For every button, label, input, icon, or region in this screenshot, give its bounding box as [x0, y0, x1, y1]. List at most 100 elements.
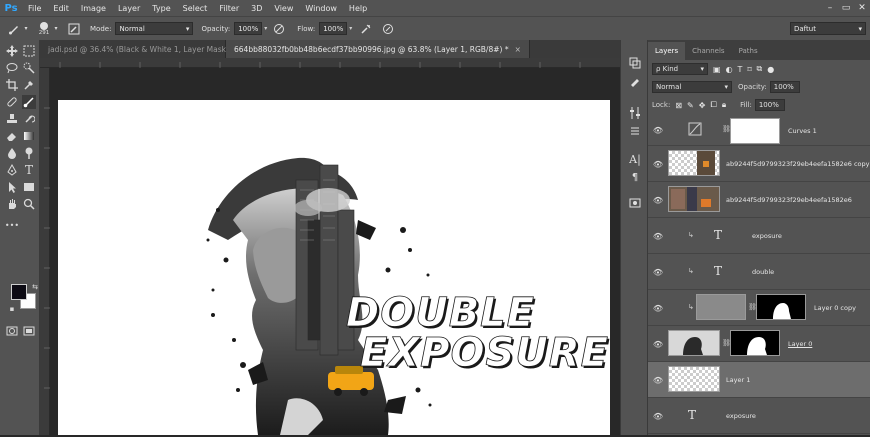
brush-settings-icon[interactable] — [627, 124, 643, 138]
minimize-button[interactable]: – — [822, 0, 838, 16]
layer-thumbnail[interactable] — [668, 186, 720, 212]
rectangle-tool-icon[interactable] — [22, 180, 36, 194]
menu-layer[interactable]: Layer — [112, 4, 146, 13]
gradient-tool-icon[interactable] — [22, 129, 36, 143]
airbrush-icon[interactable] — [358, 21, 374, 37]
kind-filter-select[interactable]: ρ Kind ▾ — [652, 63, 708, 75]
layer-row[interactable]: 👁︎ ⛓︎ Curves 1 — [648, 116, 870, 146]
layer-mask-thumbnail[interactable] — [730, 330, 780, 356]
flow-chevron-icon[interactable]: ▾ — [349, 25, 352, 32]
menu-file[interactable]: File — [22, 4, 47, 13]
tab-channels[interactable]: Channels — [685, 42, 731, 60]
layer-name[interactable]: ab9244f5d9799323f29eb4eefa1582e6 copy — [726, 160, 870, 168]
lock-transparent-icon[interactable]: ⊠ — [675, 101, 682, 110]
shape-filter-icon[interactable]: ⌑ — [747, 65, 751, 74]
layer-name[interactable]: Layer 0 — [788, 340, 812, 348]
blur-tool-icon[interactable] — [5, 146, 19, 160]
brush-picker-chevron-icon[interactable]: ▾ — [52, 21, 60, 37]
move-tool-icon[interactable] — [5, 44, 19, 58]
layer-name[interactable]: ab9244f5d9799323f29eb4eefa1582e6 — [726, 196, 852, 204]
maximize-button[interactable]: ▭ — [838, 0, 854, 16]
layer-thumbnail[interactable] — [668, 150, 720, 176]
foreground-color-swatch[interactable] — [11, 284, 27, 300]
3d-panel-icon[interactable] — [627, 196, 643, 210]
default-colors-icon[interactable]: ▪ — [5, 302, 19, 316]
visibility-eye-icon[interactable]: 👁︎ — [653, 411, 663, 421]
visibility-eye-icon[interactable]: 👁︎ — [653, 195, 663, 205]
visibility-eye-icon[interactable]: 👁︎ — [653, 267, 663, 277]
more-tools-icon[interactable]: ••• — [5, 218, 19, 232]
screen-mode-icon[interactable] — [22, 324, 36, 338]
fill-input[interactable]: 100% — [754, 99, 785, 111]
layer-row[interactable]: 👁︎ ↳ T double — [648, 254, 870, 290]
hand-tool-icon[interactable] — [5, 197, 19, 211]
zoom-tool-icon[interactable] — [22, 197, 36, 211]
lock-position-icon[interactable]: ✥ — [699, 101, 706, 110]
adjustments-panel-icon[interactable] — [627, 106, 643, 120]
layer-row[interactable]: 👁︎ T exposure — [648, 398, 870, 434]
layer-row[interactable]: 👁︎ ab9244f5d9799323f29eb4eefa1582e6 — [648, 182, 870, 218]
menu-edit[interactable]: Edit — [47, 4, 75, 13]
lock-all-icon[interactable]: 🔒︎ — [722, 100, 726, 110]
layer-thumbnail[interactable] — [696, 294, 746, 320]
document-tab-active[interactable]: 664bb88032fb0bb48b6ecdf37bb90996.jpg @ 6… — [226, 40, 530, 58]
brush-size-picker[interactable]: 291 — [36, 21, 52, 36]
layer-thumbnail[interactable] — [668, 330, 720, 356]
history-panel-icon[interactable] — [627, 56, 643, 70]
document-canvas[interactable]: DOUBLE EXPOSURE — [58, 100, 610, 435]
tab-layers[interactable]: Layers — [648, 42, 686, 60]
layer-name[interactable]: double — [752, 268, 774, 276]
opacity-input[interactable]: 100% — [234, 22, 263, 35]
visibility-eye-icon[interactable]: 👁︎ — [653, 375, 663, 385]
type-filter-icon[interactable]: T — [738, 65, 743, 74]
layer-row[interactable]: 👁︎ ↳ T exposure — [648, 218, 870, 254]
menu-select[interactable]: Select — [177, 4, 214, 13]
opacity-chevron-icon[interactable]: ▾ — [264, 25, 267, 32]
layer-name[interactable]: exposure — [752, 232, 782, 240]
visibility-eye-icon[interactable]: 👁︎ — [653, 303, 663, 313]
menu-3d[interactable]: 3D — [245, 4, 268, 13]
close-button[interactable]: ✕ — [854, 0, 870, 16]
properties-panel-icon[interactable] — [627, 74, 643, 88]
lock-pixels-icon[interactable]: ✎ — [687, 101, 694, 110]
adjustment-filter-icon[interactable]: ◐ — [726, 65, 733, 74]
crop-tool-icon[interactable] — [5, 78, 19, 92]
eyedropper-tool-icon[interactable] — [22, 78, 36, 92]
brush-panel-toggle-icon[interactable] — [66, 21, 82, 37]
layer-row[interactable]: 👁︎ ↳ ⛓︎ Layer 0 copy — [648, 290, 870, 326]
visibility-eye-icon[interactable]: 👁︎ — [653, 126, 663, 136]
path-select-tool-icon[interactable] — [5, 180, 19, 194]
history-brush-tool-icon[interactable] — [22, 112, 36, 126]
close-tab-icon[interactable]: × — [515, 45, 521, 54]
menu-window[interactable]: Window — [299, 4, 343, 13]
layer-row[interactable]: 👁︎ ab9244f5d9799323f29eb4eefa1582e6 copy — [648, 146, 870, 182]
menu-help[interactable]: Help — [343, 4, 373, 13]
eraser-tool-icon[interactable] — [5, 129, 19, 143]
layer-opacity-input[interactable]: 100% — [769, 81, 800, 93]
lasso-tool-icon[interactable] — [5, 61, 19, 75]
canvas-area[interactable]: DOUBLE EXPOSURE — [40, 58, 620, 435]
pen-tool-icon[interactable] — [5, 163, 19, 177]
tool-preset-chevron-icon[interactable]: ▾ — [22, 21, 30, 37]
document-tab-jadi[interactable]: jadi.psd @ 36.4% (Black & White 1, Layer… — [40, 40, 255, 58]
paragraph-panel-icon[interactable]: ¶ — [627, 170, 643, 184]
pressure-opacity-icon[interactable] — [271, 21, 287, 37]
blend-mode-select[interactable]: Normal ▾ — [652, 81, 732, 93]
layer-mask-thumbnail[interactable] — [756, 294, 806, 320]
layer-row-selected[interactable]: 👁︎ Layer 1 — [648, 362, 870, 398]
visibility-eye-icon[interactable]: 👁︎ — [653, 159, 663, 169]
workspace-select[interactable]: Daftut ▾ — [790, 22, 866, 35]
type-tool-icon[interactable]: T — [22, 163, 36, 177]
menu-image[interactable]: Image — [75, 4, 112, 13]
pressure-size-icon[interactable] — [380, 21, 396, 37]
marquee-tool-icon[interactable] — [22, 44, 36, 58]
visibility-eye-icon[interactable]: 👁︎ — [653, 231, 663, 241]
layer-name[interactable]: Curves 1 — [788, 127, 817, 135]
layer-name[interactable]: exposure — [726, 412, 756, 420]
smart-object-filter-icon[interactable]: ⧉ — [757, 64, 763, 74]
healing-brush-tool-icon[interactable] — [5, 95, 19, 109]
horizontal-ruler[interactable] — [40, 58, 620, 68]
tab-paths[interactable]: Paths — [732, 42, 765, 60]
layer-row[interactable]: 👁︎ ⛓︎ Layer 0 — [648, 326, 870, 362]
lock-artboard-icon[interactable]: ⧠ — [710, 100, 716, 110]
